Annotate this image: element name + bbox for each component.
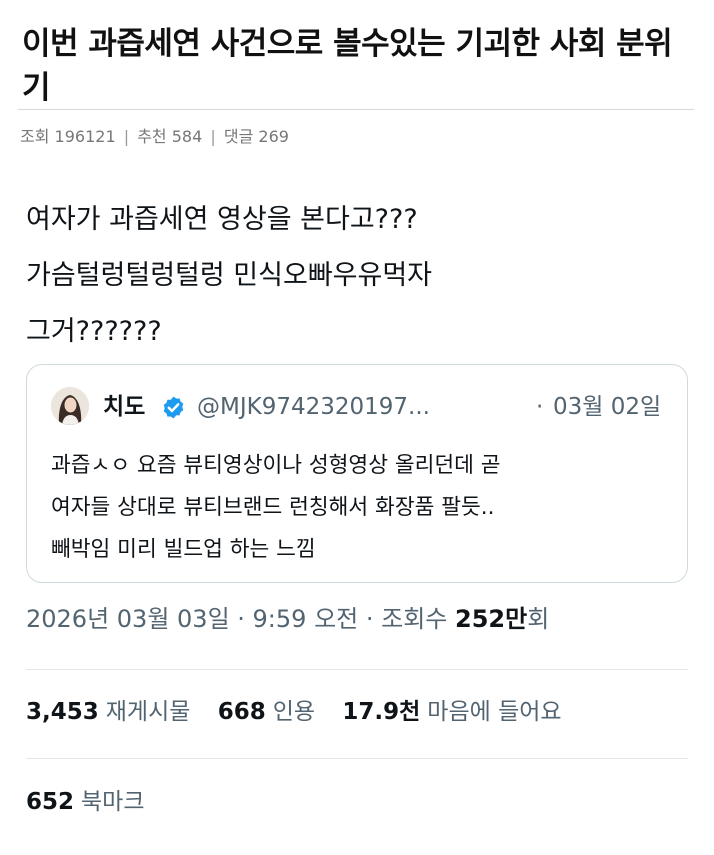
quotes-stat[interactable]: 668 인용	[218, 694, 315, 730]
tweet-text: 여자가 과즙세연 영상을 본다고??? 가슴털렁털렁털렁 민식오빠우유먹자 그거…	[26, 192, 686, 360]
quote-text-line: 과즙ㅅㅇ 요즘 뷰티영상이나 성형영상 올리던데 곧	[51, 453, 501, 478]
bookmarks-count: 652	[26, 789, 75, 815]
quotes-label: 인용	[272, 699, 316, 725]
engagement-stats: 3,453 재게시물 668 인용 17.9천 마음에 들어요	[26, 694, 582, 730]
recommend-count: 584	[171, 127, 203, 146]
recommend-label: 추천	[137, 127, 167, 146]
bookmarks-label: 북마크	[81, 789, 145, 815]
meta-separator: |	[123, 127, 130, 146]
tweet-text-line: 가슴털렁털렁털렁 민식오빠우유먹자	[26, 260, 433, 291]
avatar-image	[51, 387, 89, 425]
views-suffix: 회	[527, 605, 550, 633]
retweets-stat[interactable]: 3,453 재게시물	[26, 694, 190, 730]
avatar[interactable]	[51, 387, 89, 425]
post-meta: 조회 196121 | 추천 584 | 댓글 269	[20, 124, 289, 150]
author-name[interactable]: 치도	[103, 392, 145, 422]
title-divider	[18, 109, 694, 110]
quoted-tweet-card[interactable]: 치도 @MJK9742320197... · 03월 02일 과즙ㅅㅇ 요즘 뷰…	[26, 364, 688, 583]
post-title: 이번 과즙세연 사건으로 볼수있는 기괴한 사회 분위기	[22, 26, 673, 106]
retweets-label: 재게시물	[105, 699, 191, 725]
quotes-count: 668	[217, 699, 266, 725]
quote-text-line: 빼박임 미리 빌드업 하는 느낌	[51, 537, 316, 562]
divider	[26, 669, 688, 670]
bookmarks-stat[interactable]: 652 북마크	[26, 784, 145, 820]
quote-text-line: 여자들 상대로 뷰티브랜드 런칭해서 화장품 팔듯..	[51, 495, 495, 520]
views-count: 252만	[455, 605, 528, 633]
divider	[26, 758, 688, 759]
meta-separator: |	[210, 127, 216, 146]
tweet-text-line: 그거??????	[26, 316, 162, 347]
retweets-count: 3,453	[26, 699, 99, 725]
quote-date[interactable]: 03월 02일	[553, 392, 661, 422]
timestamp-text[interactable]: 2026년 03월 03일 · 9:59 오전 · 조회수	[26, 605, 447, 633]
likes-count: 17.9천	[342, 699, 421, 725]
likes-label: 마음에 들어요	[427, 699, 562, 725]
comments-label[interactable]: 댓글	[224, 127, 253, 146]
quoted-tweet-text: 과즙ㅅㅇ 요즘 뷰티영상이나 성형영상 올리던데 곧 여자들 상대로 뷰티브랜드…	[51, 445, 671, 571]
comments-count[interactable]: 269	[258, 127, 289, 146]
author-handle[interactable]: @MJK9742320197...	[197, 392, 430, 422]
views-count: 196121	[54, 127, 116, 146]
likes-stat[interactable]: 17.9천 마음에 들어요	[342, 694, 561, 730]
verified-badge-icon	[163, 396, 184, 419]
tweet-text-line: 여자가 과즙세연 영상을 본다고???	[26, 204, 418, 235]
views-label: 조회	[20, 127, 50, 146]
tweet-timestamp: 2026년 03월 03일 · 9:59 오전 · 조회수 252만회	[26, 601, 549, 637]
handle-date-separator: ·	[536, 394, 544, 420]
